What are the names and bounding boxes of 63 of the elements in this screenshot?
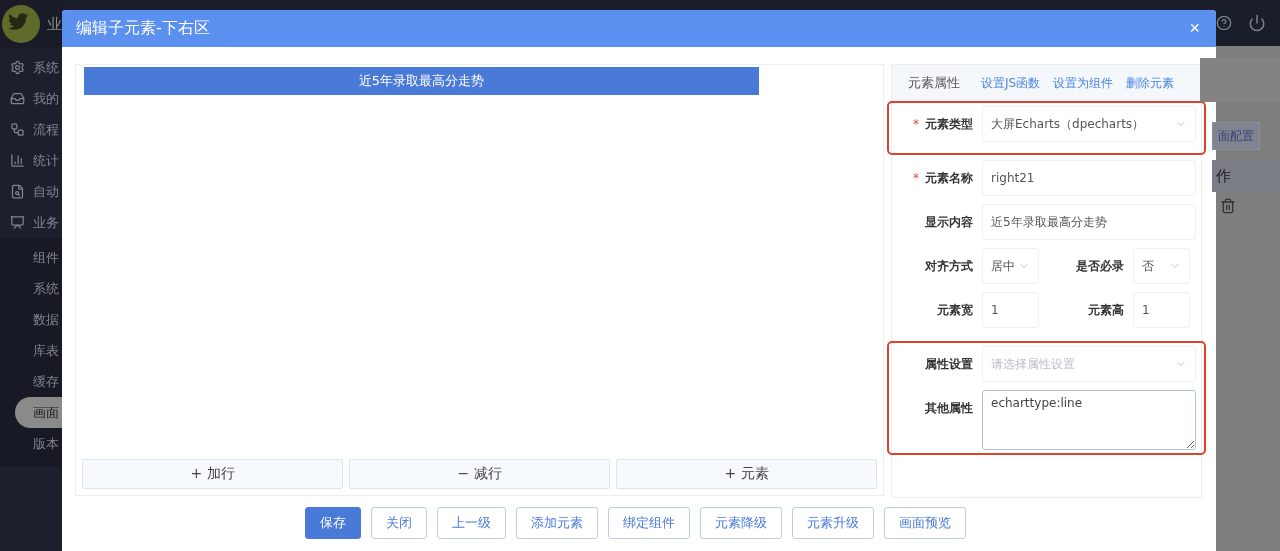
canvas-button[interactable]: + 元素 [616, 459, 877, 489]
document-search-icon [10, 184, 25, 199]
field-label: 元素宽 [936, 302, 974, 319]
canvas-button[interactable]: − 减行 [349, 459, 610, 489]
footer-button[interactable]: 添加元素 [516, 507, 598, 539]
close-button[interactable]: × [1187, 18, 1202, 39]
dialog-title: 编辑子元素-下右区 [76, 18, 210, 39]
trash-icon[interactable] [1220, 198, 1236, 214]
select-field[interactable]: 大屏Echarts（dpecharts） [982, 106, 1196, 142]
footer-button[interactable]: 关闭 [371, 507, 427, 539]
select-field[interactable]: 居中 [982, 248, 1039, 284]
field-label: * 元素类型 [912, 116, 974, 133]
flow-icon [10, 122, 25, 137]
action-link[interactable]: 设置JS函数 [981, 74, 1041, 92]
sidebar-subitem[interactable]: 数据 [0, 304, 62, 335]
config-button[interactable]: 面配置 [1212, 122, 1260, 150]
footer-button[interactable]: 元素降级 [700, 507, 782, 539]
sidebar-subitem[interactable]: 组件 [0, 242, 62, 273]
field-label: 是否必录 [1075, 258, 1125, 275]
app-title: 业 [47, 14, 62, 34]
footer-button[interactable]: 保存 [305, 507, 361, 539]
sidebar-item[interactable]: 统计 [0, 145, 62, 176]
required-mark: * [913, 171, 919, 185]
help-icon[interactable] [1216, 15, 1232, 31]
column-header: 作 [1212, 160, 1280, 192]
sidebar-subitem[interactable]: 画面 [15, 397, 62, 428]
footer-button[interactable]: 上一级 [437, 507, 506, 539]
sidebar-subitem[interactable]: 版本 [0, 428, 62, 459]
sidebar-subitem[interactable]: 缓存 [0, 366, 62, 397]
inbox-icon [10, 91, 25, 106]
footer-button[interactable]: 绑定组件 [608, 507, 690, 539]
field-label: * 元素名称 [912, 170, 974, 187]
input-field[interactable]: 1 [982, 292, 1039, 328]
input-field[interactable]: right21 [982, 160, 1196, 196]
canvas-button[interactable]: + 加行 [82, 459, 343, 489]
field-label: 属性设置 [924, 356, 974, 373]
bar-chart-icon [10, 153, 25, 168]
sidebar-item[interactable]: 业务 [0, 207, 62, 238]
sidebar-item[interactable]: 我的 [0, 83, 62, 114]
input-field[interactable]: 近5年录取最高分走势 [982, 204, 1196, 240]
input-field[interactable]: 1 [1133, 292, 1190, 328]
presentation-icon [10, 215, 25, 230]
footer-button[interactable]: 元素升级 [792, 507, 874, 539]
field-label: 元素高 [1087, 302, 1125, 319]
sidebar-subitem[interactable]: 库表 [0, 335, 62, 366]
field-label: 显示内容 [924, 214, 974, 231]
text-area[interactable]: echarttype:line [982, 390, 1196, 450]
properties-title: 元素属性 [908, 74, 960, 92]
footer-button[interactable]: 画面预览 [884, 507, 966, 539]
sidebar-item[interactable]: 系统 [0, 52, 62, 83]
settings-icon [10, 60, 25, 75]
sidebar-item[interactable]: 流程 [0, 114, 62, 145]
required-mark: * [913, 117, 919, 131]
field-label: 对齐方式 [924, 258, 974, 275]
bird-logo-icon [2, 5, 40, 43]
canvas-element[interactable]: 近5年录取最高分走势 [84, 67, 759, 95]
action-link[interactable]: 设置为组件 [1053, 74, 1114, 92]
sidebar-item[interactable]: 自动 [0, 176, 62, 207]
select-field[interactable]: 否 [1133, 248, 1190, 284]
field-label: 其他属性 [924, 400, 974, 417]
power-icon[interactable] [1248, 14, 1266, 32]
sidebar-subitem[interactable]: 系统 [0, 273, 62, 304]
action-link[interactable]: 删除元素 [1126, 74, 1175, 92]
